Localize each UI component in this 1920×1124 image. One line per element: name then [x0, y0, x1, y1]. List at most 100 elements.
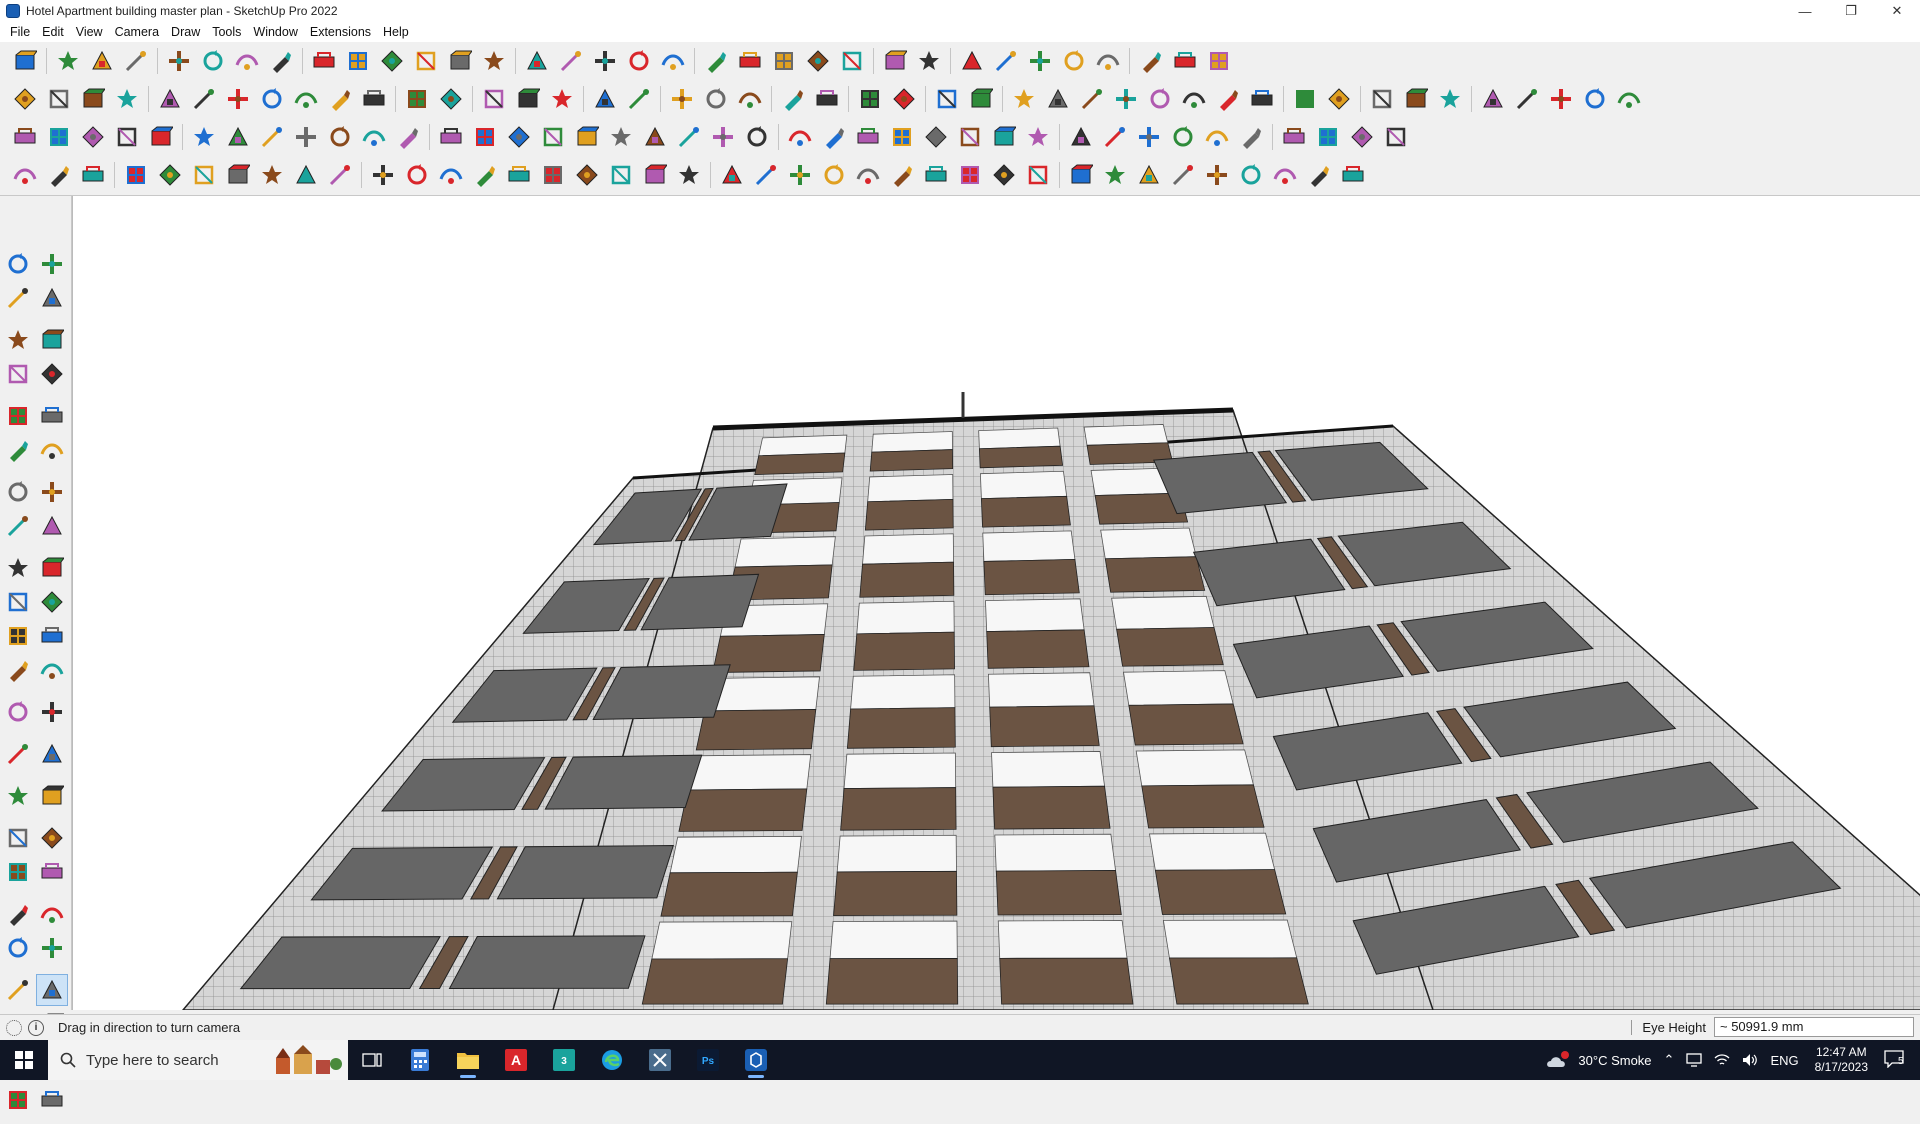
weather-text[interactable]: 30°C Smoke: [1578, 1053, 1651, 1068]
toolbar-tool-icon[interactable]: [1100, 160, 1130, 190]
large-tool-icon[interactable]: [36, 654, 68, 686]
toolbar-tool-icon[interactable]: [223, 84, 253, 114]
toolbar-tool-icon[interactable]: [87, 46, 117, 76]
info-icon[interactable]: i: [28, 1019, 44, 1036]
taskbar-search[interactable]: Type here to search: [48, 1040, 348, 1080]
toolbar-tool-icon[interactable]: [1077, 84, 1107, 114]
toolbar-tool-icon[interactable]: [1247, 84, 1277, 114]
toolbar-tool-icon[interactable]: [189, 122, 219, 152]
toolbar-tool-icon[interactable]: [989, 122, 1019, 152]
toolbar-tool-icon[interactable]: [402, 160, 432, 190]
toolbar-tool-icon[interactable]: [837, 46, 867, 76]
large-tool-icon[interactable]: [36, 510, 68, 542]
toolbar-tool-icon[interactable]: [1023, 160, 1053, 190]
toolbar-tool-icon[interactable]: [436, 84, 466, 114]
large-tool-icon[interactable]: [36, 248, 68, 280]
toolbar-tool-icon[interactable]: [1202, 160, 1232, 190]
toolbar-tool-icon[interactable]: [1270, 160, 1300, 190]
toolbar-tool-icon[interactable]: [887, 122, 917, 152]
toolbar-tool-icon[interactable]: [887, 160, 917, 190]
file-explorer-icon[interactable]: [444, 1040, 492, 1080]
edge-browser-icon[interactable]: [588, 1040, 636, 1080]
task-view-icon[interactable]: [348, 1040, 396, 1080]
toolbar-tool-icon[interactable]: [1435, 84, 1465, 114]
large-tool-icon[interactable]: [2, 400, 34, 432]
toolbar-tool-icon[interactable]: [53, 46, 83, 76]
toolbar-tool-icon[interactable]: [436, 160, 466, 190]
acrobat-icon[interactable]: A: [492, 1040, 540, 1080]
toolbar-tool-icon[interactable]: [1023, 122, 1053, 152]
toolbar-tool-icon[interactable]: [701, 84, 731, 114]
volume-icon[interactable]: [1742, 1053, 1758, 1067]
close-button[interactable]: ✕: [1874, 0, 1920, 22]
toolbar-tool-icon[interactable]: [921, 122, 951, 152]
calculator-app-icon[interactable]: [396, 1040, 444, 1080]
toolbar-tool-icon[interactable]: [257, 84, 287, 114]
toolbar-tool-icon[interactable]: [470, 122, 500, 152]
start-button[interactable]: [0, 1040, 48, 1080]
geo-location-icon[interactable]: [6, 1019, 22, 1036]
menu-tools[interactable]: Tools: [206, 25, 247, 39]
large-tool-icon[interactable]: [2, 974, 34, 1006]
toolbar-tool-icon[interactable]: [1478, 84, 1508, 114]
large-tool-icon[interactable]: [36, 282, 68, 314]
large-tool-icon[interactable]: [2, 856, 34, 888]
large-tool-icon[interactable]: [2, 586, 34, 618]
large-tool-icon[interactable]: [36, 780, 68, 812]
toolbar-tool-icon[interactable]: [436, 122, 466, 152]
toolbar-tool-icon[interactable]: [44, 160, 74, 190]
toolbar-tool-icon[interactable]: [1367, 84, 1397, 114]
toolbar-tool-icon[interactable]: [606, 122, 636, 152]
chevron-up-icon[interactable]: ⌃: [1664, 1052, 1675, 1068]
toolbar-tool-icon[interactable]: [155, 84, 185, 114]
toolbar-tool-icon[interactable]: [624, 84, 654, 114]
sketchup-taskbar-icon[interactable]: [732, 1040, 780, 1080]
toolbar-tool-icon[interactable]: [556, 46, 586, 76]
toolbar-tool-icon[interactable]: [701, 46, 731, 76]
large-tool-icon[interactable]: [36, 822, 68, 854]
toolbar-tool-icon[interactable]: [735, 46, 765, 76]
weather-cloud-icon[interactable]: [1546, 1050, 1572, 1070]
large-tool-icon[interactable]: [36, 738, 68, 770]
toolbar-tool-icon[interactable]: [812, 84, 842, 114]
toolbar-tool-icon[interactable]: [1066, 160, 1096, 190]
large-tool-icon[interactable]: [36, 552, 68, 584]
maximize-button[interactable]: ❐: [1828, 0, 1874, 22]
large-tool-icon[interactable]: [36, 932, 68, 964]
toolbar-tool-icon[interactable]: [1111, 84, 1141, 114]
large-tool-icon[interactable]: [36, 476, 68, 508]
toolbar-tool-icon[interactable]: [112, 84, 142, 114]
toolbar-tool-icon[interactable]: [232, 46, 262, 76]
toolbar-tool-icon[interactable]: [513, 84, 543, 114]
toolbar-tool-icon[interactable]: [504, 122, 534, 152]
toolbar-tool-icon[interactable]: [1066, 122, 1096, 152]
toolbar-tool-icon[interactable]: [257, 122, 287, 152]
toolbar-tool-icon[interactable]: [504, 160, 534, 190]
toolbar-tool-icon[interactable]: [674, 122, 704, 152]
large-tool-icon[interactable]: [36, 358, 68, 390]
large-tool-icon[interactable]: [36, 620, 68, 652]
toolbar-tool-icon[interactable]: [10, 122, 40, 152]
large-tool-icon[interactable]: [36, 696, 68, 728]
toolbar-tool-icon[interactable]: [590, 46, 620, 76]
large-tool-icon[interactable]: [36, 434, 68, 466]
toolbar-tool-icon[interactable]: [78, 84, 108, 114]
large-tool-icon[interactable]: [2, 510, 34, 542]
toolbar-tool-icon[interactable]: [198, 46, 228, 76]
toolbar-tool-icon[interactable]: [1236, 122, 1266, 152]
toolbar-tool-icon[interactable]: [658, 46, 688, 76]
toolbar-tool-icon[interactable]: [479, 46, 509, 76]
clock[interactable]: 12:47 AM 8/17/2023: [1815, 1045, 1868, 1075]
toolbar-tool-icon[interactable]: [957, 46, 987, 76]
toolbar-tool-icon[interactable]: [708, 122, 738, 152]
toolbar-tool-icon[interactable]: [112, 122, 142, 152]
menu-extensions[interactable]: Extensions: [304, 25, 377, 39]
large-tool-icon[interactable]: [2, 822, 34, 854]
3ds-max-icon[interactable]: 3: [540, 1040, 588, 1080]
toolbar-tool-icon[interactable]: [1025, 46, 1055, 76]
toolbar-tool-icon[interactable]: [325, 122, 355, 152]
toolbar-tool-icon[interactable]: [1170, 46, 1200, 76]
toolbar-tool-icon[interactable]: [785, 122, 815, 152]
toolbar-tool-icon[interactable]: [266, 46, 296, 76]
toolbar-tool-icon[interactable]: [547, 84, 577, 114]
